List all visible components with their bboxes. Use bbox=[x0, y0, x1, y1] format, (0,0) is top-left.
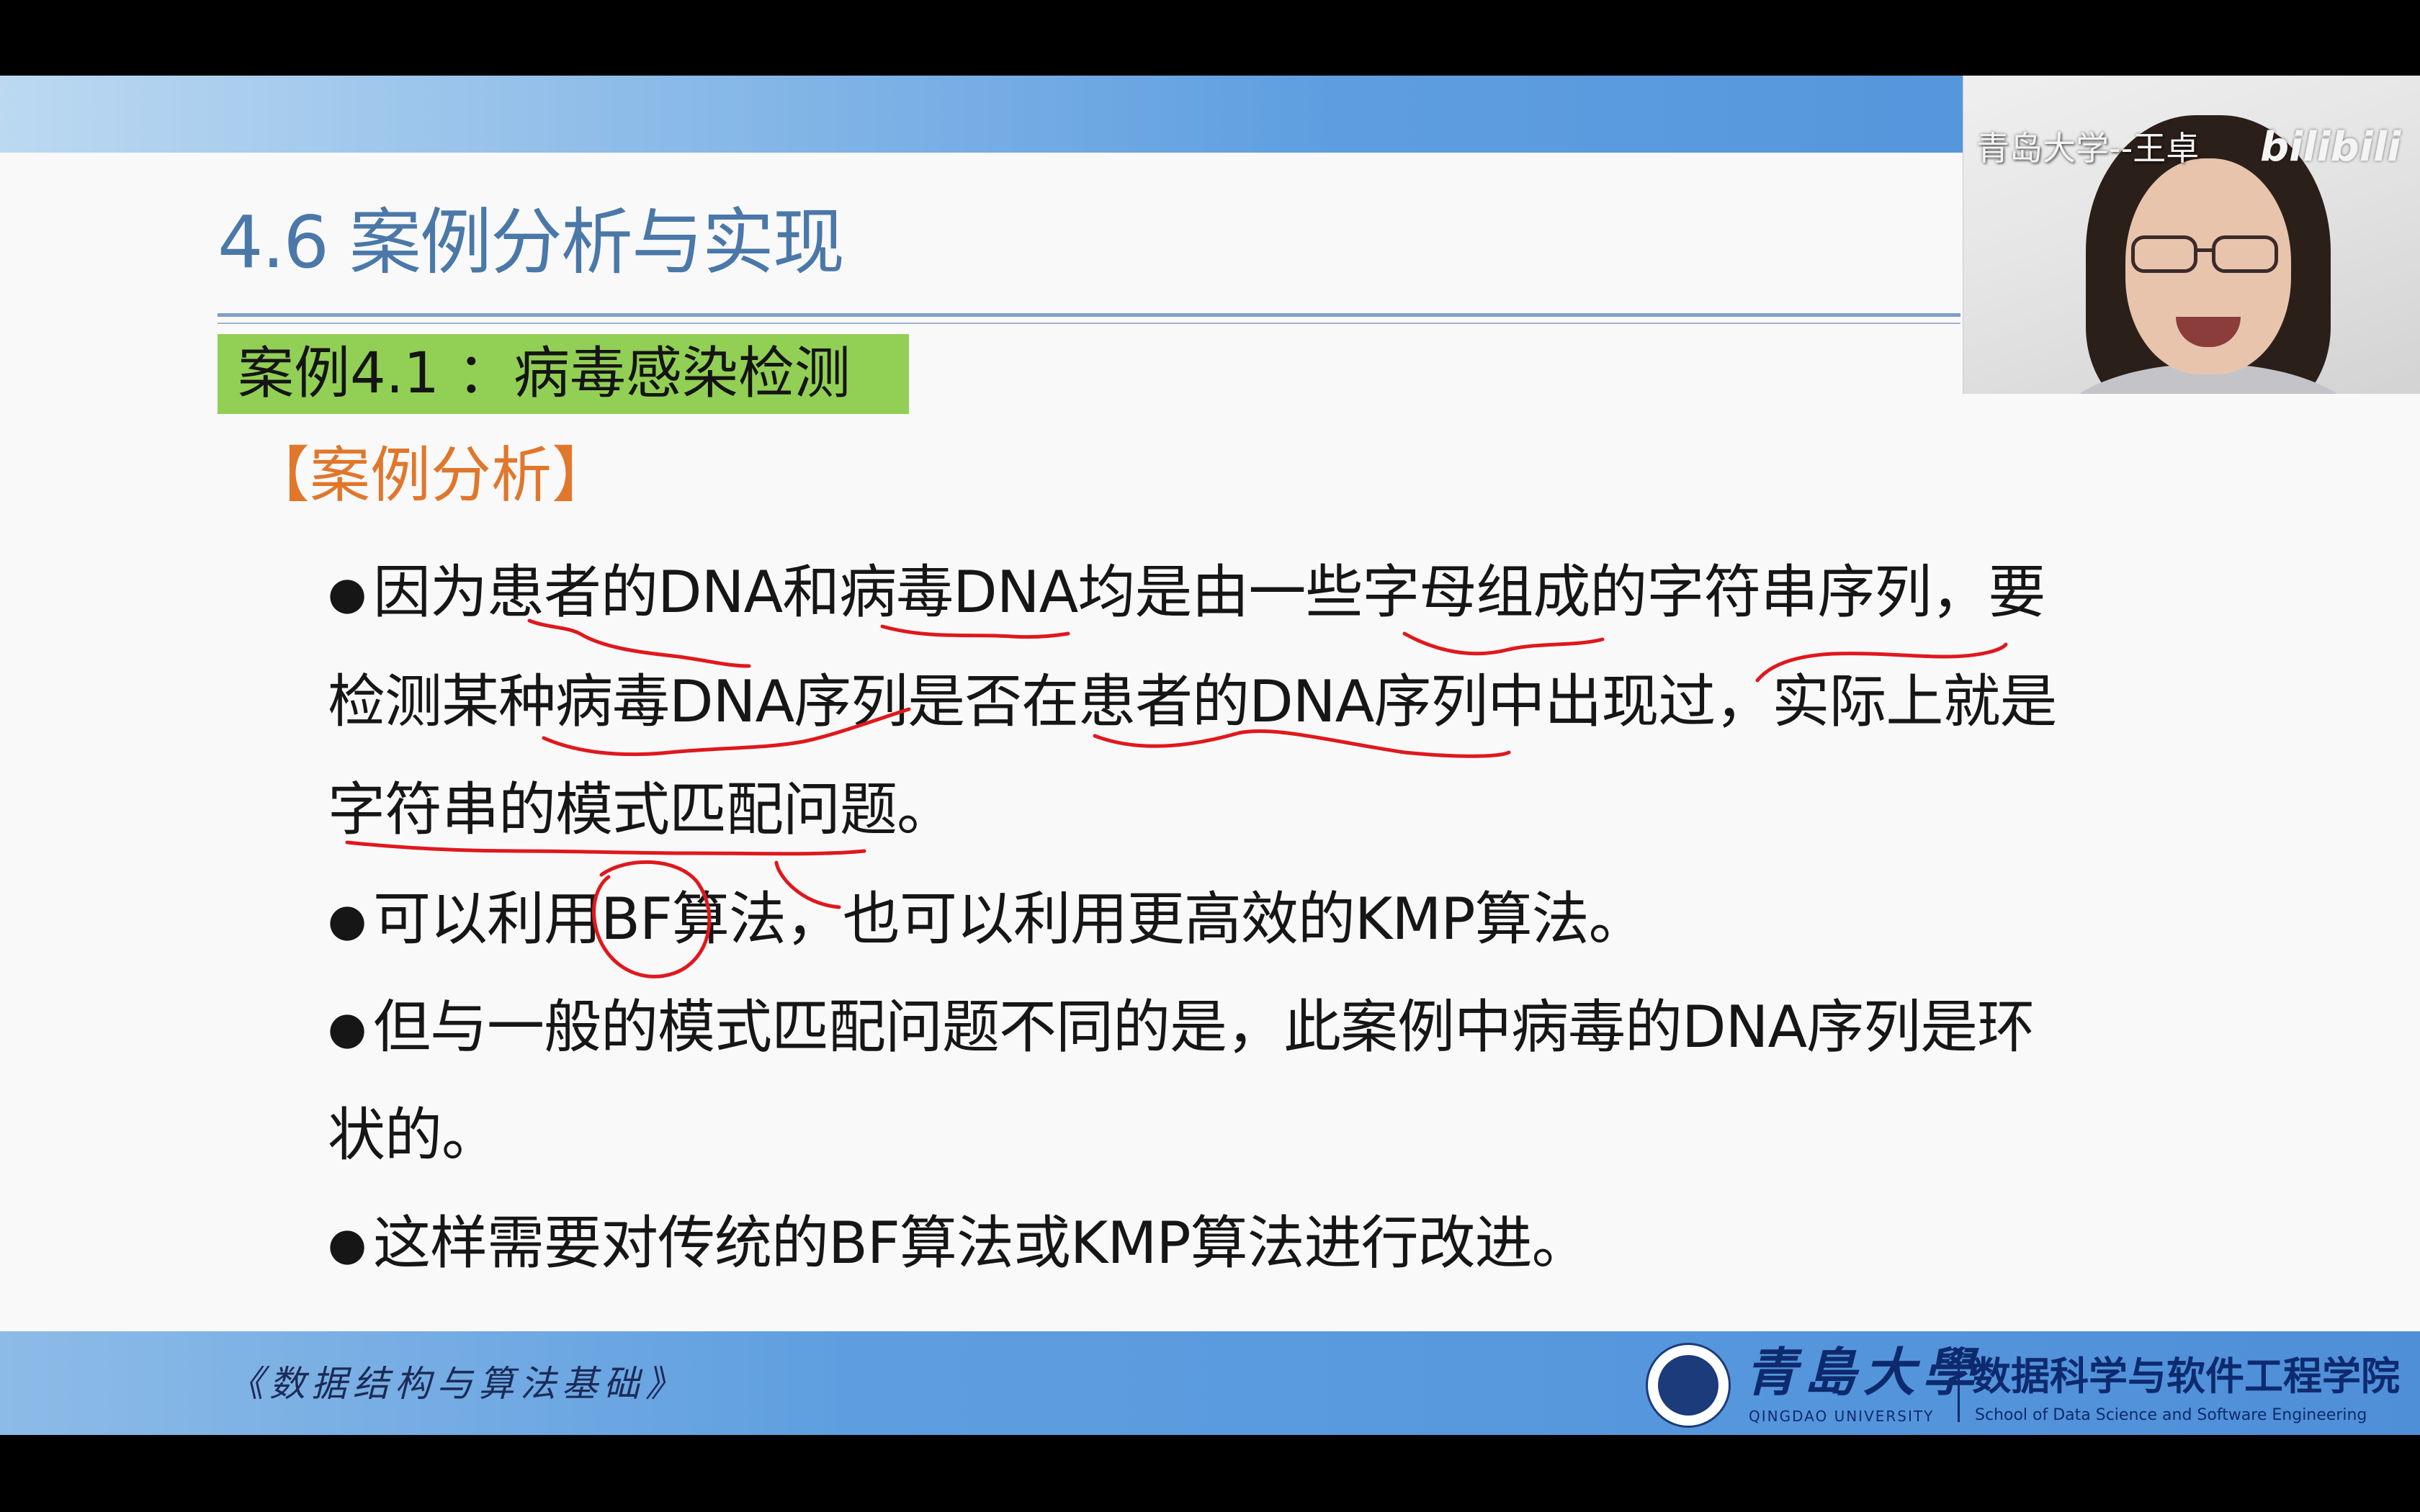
body-line-6: 状的。 bbox=[328, 1102, 499, 1169]
title-rule bbox=[218, 313, 1960, 317]
bullet-icon: ● bbox=[328, 894, 367, 946]
body-line-1: 因为患者的DNA和病毒DNA均是由一些字母组成的字符串序列，要 bbox=[373, 559, 2045, 626]
bullet-icon: ● bbox=[328, 1002, 367, 1054]
book-title: 《数据结构与算法基础》 bbox=[228, 1363, 687, 1405]
school-name-en: School of Data Science and Software Engi… bbox=[1975, 1406, 2367, 1424]
presenter-video: 青岛大学--王卓 bilibili bbox=[1963, 76, 2420, 394]
body-line-3: 字符串的模式匹配问题。 bbox=[328, 776, 954, 843]
university-name-cn: 青島大學 bbox=[1745, 1341, 1982, 1403]
analysis-heading: 【案例分析】 bbox=[249, 440, 613, 510]
body-line-4: 可以利用BF算法，也可以利用更高效的KMP算法。 bbox=[373, 886, 1646, 953]
bilibili-logo-icon: bilibili bbox=[2260, 124, 2401, 171]
case-title: 案例4.1 ：病毒感染检测 bbox=[218, 334, 909, 414]
school-name-cn: 数据科学与软件工程学院 bbox=[1972, 1354, 2400, 1399]
logo-divider bbox=[1958, 1350, 1960, 1422]
university-name-en: QINGDAO UNIVERSITY bbox=[1749, 1408, 1935, 1425]
slide-title: 4.6 案例分析与实现 bbox=[218, 200, 845, 284]
body-line-2: 检测某种病毒DNA序列是否在患者的DNA序列中出现过，实际上就是 bbox=[328, 668, 2057, 735]
glasses-icon bbox=[2131, 235, 2197, 273]
body-line-7: 这样需要对传统的BF算法或KMP算法进行改进。 bbox=[373, 1210, 1590, 1277]
bullet-icon: ● bbox=[328, 1218, 367, 1270]
bullet-icon: ● bbox=[328, 567, 367, 619]
university-seal-icon bbox=[1646, 1343, 1731, 1428]
body-line-5: 但与一般的模式匹配问题不同的是，此案例中病毒的DNA序列是环 bbox=[373, 994, 2035, 1061]
title-rule-thin bbox=[218, 323, 1960, 324]
presenter-caption: 青岛大学--王卓 bbox=[1976, 129, 2200, 168]
